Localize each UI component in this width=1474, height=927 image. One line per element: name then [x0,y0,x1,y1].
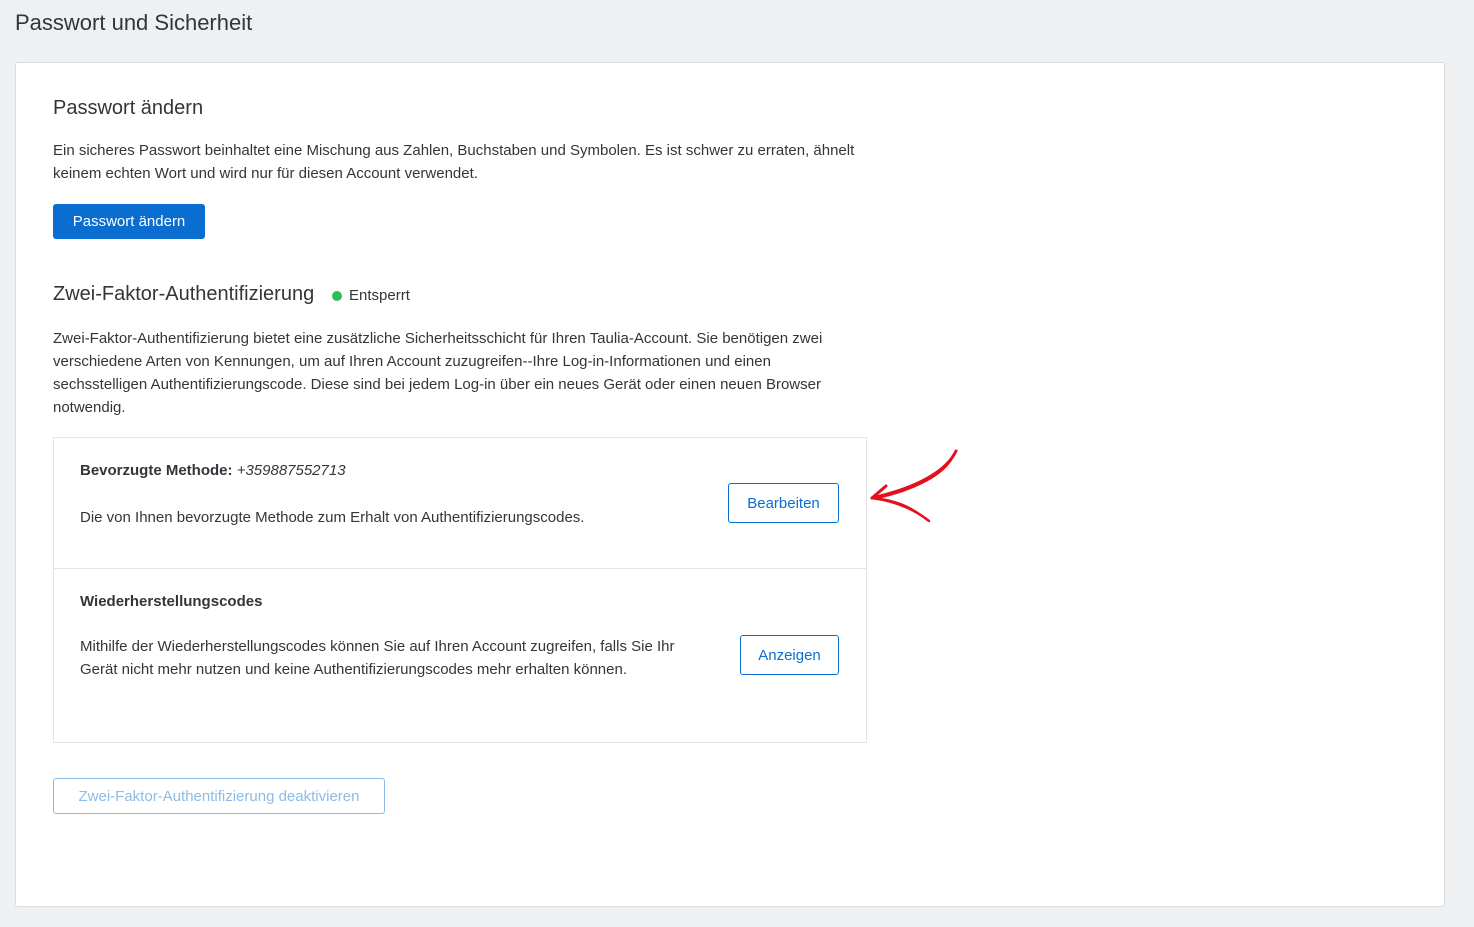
status-dot-icon [332,290,342,301]
preferred-method-title: Bevorzugte Methode: +359887552713 [80,462,346,479]
status-label: Entsperrt [349,287,410,304]
preferred-method-label: Bevorzugte Methode: [80,462,233,479]
security-card: Passwort ändern Ein sicheres Passwort be… [15,62,1445,907]
preferred-method-row: Bevorzugte Methode: +359887552713 Die vo… [54,438,866,569]
recovery-codes-title: Wiederherstellungscodes [80,593,263,610]
two-factor-title: Zwei-Faktor-Authentifizierung [53,283,315,305]
preferred-method-description: Die von Ihnen bevorzugte Methode zum Erh… [80,509,585,526]
edit-method-button[interactable]: Bearbeiten [728,483,839,523]
red-arrow-icon [870,449,958,523]
change-password-button[interactable]: Passwort ändern [53,204,205,239]
two-factor-methods-box: Bevorzugte Methode: +359887552713 Die vo… [53,437,867,743]
preferred-method-value: +359887552713 [236,462,346,479]
show-recovery-codes-button[interactable]: Anzeigen [740,635,839,675]
two-factor-status-badge: Entsperrt [332,287,410,304]
deactivate-two-factor-button[interactable]: Zwei-Faktor-Authentifizierung deaktivier… [53,778,385,814]
password-section-title: Passwort ändern [53,97,204,119]
recovery-codes-row: Wiederherstellungscodes Mithilfe der Wie… [54,569,866,742]
two-factor-description: Zwei-Faktor-Authentifizierung bietet ein… [53,330,823,416]
recovery-codes-description: Mithilfe der Wiederherstellungscodes kön… [80,638,675,678]
password-description: Ein sicheres Passwort beinhaltet eine Mi… [53,142,855,182]
page-title: Passwort und Sicherheit [15,10,253,35]
